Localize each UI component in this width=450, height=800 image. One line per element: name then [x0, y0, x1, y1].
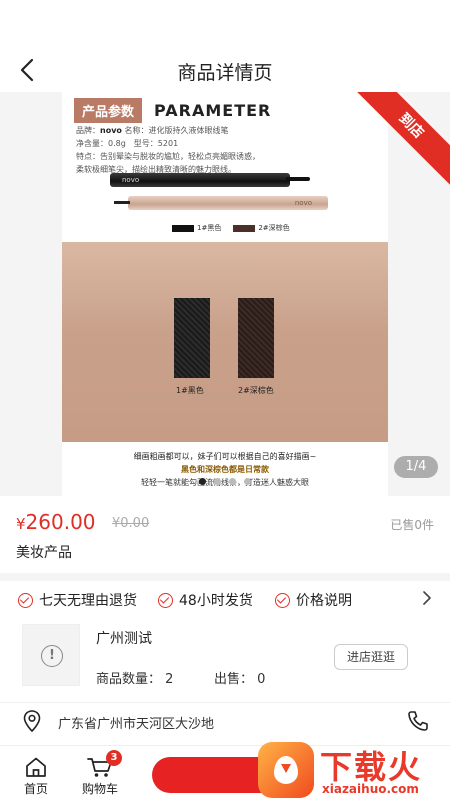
image-pager: 1/4: [394, 456, 438, 478]
price: ¥260.00: [16, 510, 96, 534]
spec-size: 净含量：0.8g 型号：5201: [76, 139, 179, 148]
original-price: ¥0.00: [112, 516, 150, 531]
swatch-black-label: 1#黑色: [197, 224, 222, 232]
skin-swatch-photo: 1#黑色 2#深棕色: [62, 242, 388, 442]
watermark: 下载火 xiazaihuo.com: [258, 742, 450, 800]
caption-line-1: 细画粗画都可以，妹子们可以根据自己的喜好描画~: [133, 452, 317, 461]
chevron-right-icon[interactable]: [422, 591, 432, 605]
sold-count: 已售0件: [390, 518, 434, 532]
product-image-carousel[interactable]: 产品参数 PARAMETER 品牌：novo 名称：进化版持久液体眼线笔 净含量…: [0, 92, 450, 496]
service-item: 48小时发货: [158, 590, 253, 610]
service-item: 价格说明: [275, 590, 352, 610]
spec-brand-label: 品牌：: [76, 126, 100, 135]
product-name: 美妆产品: [16, 545, 72, 561]
carousel-dot[interactable]: [244, 478, 251, 485]
cart-count-badge: 3: [106, 750, 122, 766]
section-divider: [0, 573, 450, 581]
check-icon: [158, 592, 173, 608]
check-icon: [275, 592, 290, 608]
carousel-dot[interactable]: [214, 478, 221, 485]
service-guarantees[interactable]: 七天无理由退货 48小时发货 价格说明: [0, 581, 450, 617]
parameter-tag: 产品参数: [74, 98, 143, 123]
store-address: 广东省广州市天河区大沙地: [0, 702, 450, 740]
spec-name: 名称：进化版持久液体眼线笔: [124, 126, 229, 135]
stroke-label-black: 1#黑色: [176, 386, 204, 395]
store-sold-count: 出售： 0: [214, 672, 266, 687]
swatch-black: [172, 224, 194, 232]
currency-symbol: ¥: [16, 515, 26, 533]
parameter-title-en: PARAMETER: [154, 101, 272, 120]
tab-cart-label: 购物车: [82, 782, 119, 796]
pen-brand-rose: novo: [294, 199, 312, 207]
swatch-brown: [233, 224, 256, 232]
tab-home-label: 首页: [24, 782, 49, 796]
service-item: 七天无理由退货: [18, 590, 137, 610]
ribbon-label: 到店: [350, 92, 450, 189]
tab-cart[interactable]: 3 购物车: [82, 750, 122, 797]
tab-home[interactable]: 首页: [24, 756, 48, 797]
eyeliner-pen-rose: novo: [114, 196, 328, 210]
spec-text: 品牌：novo 名称：进化版持久液体眼线笔 净含量：0.8g 型号：5201 特…: [76, 124, 266, 176]
service-label: 七天无理由退货: [39, 593, 137, 609]
color-swatches: 1#黑色 2#深棕色: [172, 223, 290, 233]
stroke-black: [174, 298, 210, 378]
location-pin-icon: [23, 710, 41, 733]
phone-icon[interactable]: [406, 709, 430, 733]
carousel-dots: [0, 478, 450, 485]
address-text: 广东省广州市天河区大沙地: [58, 717, 215, 732]
spec-brand: novo: [100, 126, 122, 135]
carousel-dot[interactable]: [229, 478, 236, 485]
info-icon: !: [41, 645, 63, 667]
watermark-url: xiazaihuo.com: [322, 782, 419, 796]
stroke-brown: [238, 298, 274, 378]
eyeliner-pen-black: novo: [110, 173, 310, 187]
carousel-dot[interactable]: [199, 478, 206, 485]
store-card: ! 广州测试 商品数量： 2 出售： 0 进店逛逛: [0, 620, 450, 698]
pen-brand-black: novo: [122, 176, 140, 184]
check-icon: [18, 592, 33, 608]
service-label: 价格说明: [296, 593, 352, 609]
parameter-heading: 产品参数 PARAMETER: [74, 98, 271, 123]
in-store-ribbon: 到店: [350, 92, 450, 192]
home-icon: [26, 757, 46, 777]
top-bar: 商品详情页: [0, 0, 450, 92]
store-logo: !: [22, 624, 80, 686]
service-label: 48小时发货: [179, 593, 253, 609]
stroke-label-brown: 2#深棕色: [238, 386, 274, 395]
visit-store-button[interactable]: 进店逛逛: [334, 644, 408, 670]
watermark-logo-icon: [258, 742, 314, 798]
caption-line-2: 黑色和深棕色都是日常款: [181, 465, 269, 474]
store-name: 广州测试: [96, 631, 152, 647]
page-title: 商品详情页: [177, 62, 273, 84]
store-product-count: 商品数量： 2: [96, 672, 174, 687]
price-value: 260.00: [25, 510, 96, 534]
swatch-brown-label: 2#深棕色: [258, 224, 290, 232]
